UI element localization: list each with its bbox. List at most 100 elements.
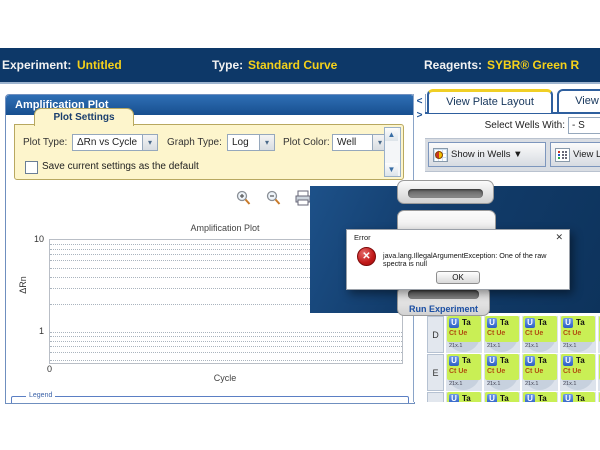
well-content: U Ta Ct Ue xyxy=(561,392,595,402)
well-detail: Ct Ue xyxy=(563,368,581,375)
well-content: U Ta Ct Ue xyxy=(447,316,481,342)
error-message: java.lang.IllegalArgumentException: One … xyxy=(383,252,565,268)
experiment-value: Untitled xyxy=(77,58,122,72)
chevron-down-icon[interactable]: ▾ xyxy=(259,135,274,150)
graph-type-select[interactable]: Log▾ xyxy=(227,134,275,151)
save-default-label: Save current settings as the default xyxy=(42,161,199,172)
well-sample: 21x.1 xyxy=(525,381,538,387)
well-target: Ta xyxy=(576,356,585,365)
plate-well[interactable]: U Ta Ct Ue 21x.1 xyxy=(522,354,558,391)
y-axis-label: ΔRn xyxy=(18,276,28,294)
well-target: Ta xyxy=(462,318,471,327)
task-u-icon: U xyxy=(563,318,573,328)
task-u-icon: U xyxy=(487,356,497,366)
plate-well[interactable]: U Ta Ct Ue 21x.1 xyxy=(484,392,520,402)
plate-well[interactable]: U Ta Ct Ue 21x.1 xyxy=(560,392,596,402)
well-detail: Ct Ue xyxy=(525,368,543,375)
task-u-icon: U xyxy=(487,394,497,402)
experiment-label: Experiment: xyxy=(2,58,71,72)
well-target: Ta xyxy=(538,394,547,402)
tab-view-well-table[interactable]: View xyxy=(557,89,600,113)
well-content: U Ta Ct Ue xyxy=(447,354,481,380)
zoom-out-icon[interactable] xyxy=(264,190,282,206)
well-sample: 21x.1 xyxy=(487,381,500,387)
well-target: Ta xyxy=(500,356,509,365)
chevron-down-icon[interactable]: ▾ xyxy=(142,135,157,150)
x-axis-label: Cycle xyxy=(49,373,401,383)
well-detail: Ct Ue xyxy=(525,330,543,337)
plate-well[interactable]: U Ta Ct Ue 21x.1 xyxy=(484,316,520,353)
task-u-icon: U xyxy=(449,394,459,402)
run-experiment-label: Run Experiment xyxy=(398,304,489,314)
tab-view-plate-layout[interactable]: View Plate Layout xyxy=(427,89,553,113)
well-detail: Ct Ue xyxy=(449,330,467,337)
well-content: U Ta Ct Ue xyxy=(485,354,519,380)
row-label: F xyxy=(427,392,444,402)
plate-well[interactable]: U Ta Ct Ue 21x.1 xyxy=(560,316,596,353)
gridline xyxy=(50,341,402,342)
zoom-in-icon[interactable] xyxy=(234,190,252,206)
well-content: U Ta Ct Ue xyxy=(447,392,481,402)
well-sample: 21x.1 xyxy=(563,343,576,349)
app-screen: Experiment: Untitled Type: Standard Curv… xyxy=(0,0,600,450)
row-label: D xyxy=(427,316,444,353)
well-detail: Ct Ue xyxy=(449,368,467,375)
plot-type-select[interactable]: ΔRn vs Cycle▾ xyxy=(72,134,158,151)
plate-well[interactable]: U Ta Ct Ue 21x.1 xyxy=(446,392,482,402)
expand-right-icon[interactable]: > xyxy=(414,109,425,122)
console-button-top[interactable] xyxy=(397,180,494,204)
well-target: Ta xyxy=(538,318,547,327)
gridline xyxy=(50,332,402,333)
well-sample: 21x.1 xyxy=(487,343,500,349)
task-u-icon: U xyxy=(563,394,573,402)
graph-type-label: Graph Type: xyxy=(167,137,222,148)
well-target: Ta xyxy=(500,394,509,402)
plate-well[interactable]: U Ta Ct Ue 21x.1 xyxy=(522,316,558,353)
task-u-icon: U xyxy=(487,318,497,328)
plate-well[interactable]: U Ta Ct Ue 21x.1 xyxy=(446,354,482,391)
gridline xyxy=(50,336,402,337)
row-label: E xyxy=(427,354,444,391)
plate-well[interactable]: U Ta Ct Ue 21x.1 xyxy=(484,354,520,391)
well-target: Ta xyxy=(462,356,471,365)
well-target: Ta xyxy=(576,318,585,327)
plate-well[interactable]: U Ta Ct Ue 21x.1 xyxy=(446,316,482,353)
well-content: U Ta Ct Ue xyxy=(485,392,519,402)
settings-scrollbar[interactable]: ▲ ▼ xyxy=(384,127,401,177)
well-content: U Ta Ct Ue xyxy=(561,354,595,380)
well-content: U Ta Ct Ue xyxy=(523,354,557,380)
error-dialog: Error ✕ ✕ java.lang.IllegalArgumentExcep… xyxy=(346,229,570,290)
type-value: Standard Curve xyxy=(248,58,337,72)
reagents-value: SYBR® Green R xyxy=(487,58,579,72)
gridline xyxy=(50,352,402,353)
x-tick-label: 0 xyxy=(47,364,52,374)
plot-color-label: Plot Color: xyxy=(283,137,330,148)
error-x-icon: ✕ xyxy=(357,247,376,266)
scroll-up-icon[interactable]: ▲ xyxy=(385,128,398,141)
well-target: Ta xyxy=(500,318,509,327)
well-content: U Ta Ct Ue xyxy=(523,392,557,402)
task-u-icon: U xyxy=(525,394,535,402)
plot-color-select[interactable]: Well▾ xyxy=(332,134,388,151)
legend-groupbox: Legend xyxy=(11,396,409,404)
plate-well[interactable]: U Ta Ct Ue 21x.1 xyxy=(522,392,558,402)
well-target: Ta xyxy=(538,356,547,365)
y-tick-label: 10 xyxy=(8,234,44,244)
well-detail: Ct Ue xyxy=(563,330,581,337)
dialog-title: Error xyxy=(354,233,371,242)
close-icon[interactable]: ✕ xyxy=(555,232,563,243)
ok-button[interactable]: OK xyxy=(436,271,480,284)
tab-plot-settings[interactable]: Plot Settings xyxy=(34,108,134,126)
button-slot xyxy=(408,189,483,198)
run-experiment-button[interactable]: Run Experiment xyxy=(397,286,490,316)
scroll-down-icon[interactable]: ▼ xyxy=(385,163,398,176)
gridline xyxy=(50,346,402,347)
plate-well[interactable]: U Ta Ct Ue 21x.1 xyxy=(560,354,596,391)
well-target: Ta xyxy=(576,394,585,402)
collapse-left-icon[interactable]: < xyxy=(414,95,425,108)
save-default-checkbox[interactable] xyxy=(25,161,38,174)
task-u-icon: U xyxy=(563,356,573,366)
task-u-icon: U xyxy=(449,356,459,366)
well-sample: 21x.1 xyxy=(449,343,462,349)
well-content: U Ta Ct Ue xyxy=(523,316,557,342)
